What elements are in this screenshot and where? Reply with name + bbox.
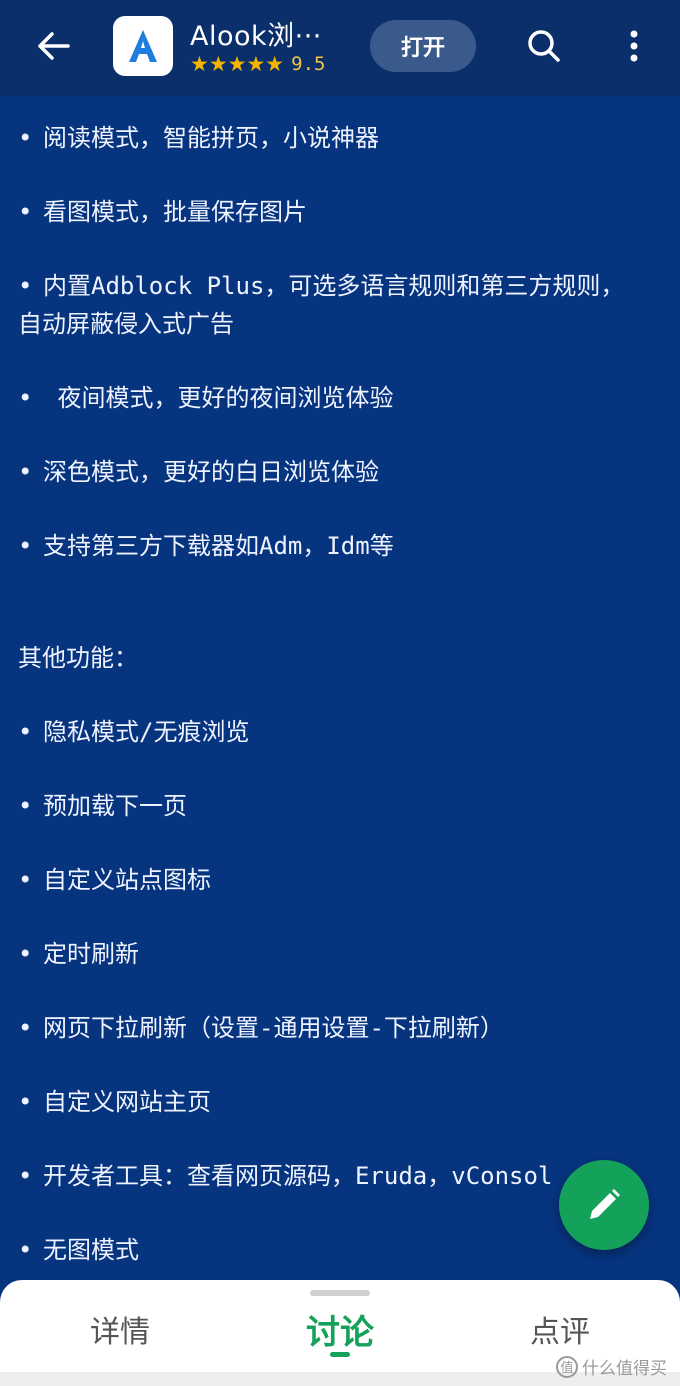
bullet: •: [18, 458, 33, 486]
watermark: 值 什么值得买: [556, 1354, 667, 1379]
list-item: • 预加载下一页: [18, 788, 187, 825]
bullet: •: [18, 532, 33, 560]
alook-logo-icon: [129, 30, 157, 62]
list-item: • 无图模式: [18, 1232, 139, 1269]
bullet: •: [18, 940, 33, 968]
search-icon: [528, 30, 560, 62]
bullet: •: [18, 1014, 33, 1042]
search-button[interactable]: [520, 22, 568, 70]
list-item: • 看图模式，批量保存图片: [18, 194, 307, 231]
section-heading: 其他功能：: [18, 644, 138, 672]
bullet: •: [18, 198, 33, 226]
rating-score: 9.5: [291, 53, 326, 75]
watermark-badge: 值: [556, 1355, 578, 1378]
list-item-continuation: 自动屏蔽侵入式广告: [18, 310, 234, 338]
app-icon[interactable]: [113, 16, 173, 76]
bullet: •: [18, 1088, 33, 1116]
more-options-button[interactable]: [612, 22, 656, 70]
drag-handle[interactable]: [310, 1290, 370, 1296]
write-comment-button[interactable]: [559, 1160, 649, 1250]
list-item: • 深色模式，更好的白日浏览体验: [18, 454, 379, 491]
bullet: •: [18, 124, 33, 152]
active-tab-indicator: [330, 1352, 350, 1357]
list-item: • 定时刷新: [18, 936, 139, 973]
list-item: • 网页下拉刷新（设置-通用设置-下拉刷新）: [18, 1010, 504, 1047]
list-item: • 夜间模式，更好的夜间浏览体验: [18, 380, 393, 417]
more-vert-icon: [630, 30, 638, 62]
back-arrow-icon: [38, 32, 70, 60]
rating-row: ★★★★★ 9.5: [190, 52, 325, 76]
app-name: Alook浏···: [190, 21, 322, 52]
list-item: • 内置Adblock Plus，可选多语言规则和第三方规则，: [18, 268, 624, 305]
list-item: • 自定义站点图标: [18, 862, 211, 899]
bullet: •: [18, 1236, 33, 1264]
bullet: •: [18, 1162, 33, 1190]
bullet: •: [18, 792, 33, 820]
tab-details[interactable]: 详情: [60, 1304, 180, 1354]
edit-pencil-icon: [590, 1189, 620, 1219]
rating-stars: ★★★★★: [190, 52, 285, 76]
feature-description: • 阅读模式，智能拼页，小说神器 • 看图模式，批量保存图片 • 内置Adblock …: [0, 96, 680, 1282]
list-item: • 开发者工具：查看网页源码，Eruda，vConsol: [18, 1158, 552, 1195]
bullet: •: [18, 272, 33, 300]
list-item: • 隐私模式/无痕浏览: [18, 714, 249, 751]
bullet: •: [18, 866, 33, 894]
watermark-text: 什么值得买: [582, 1359, 667, 1379]
tab-reviews[interactable]: 点评: [500, 1304, 620, 1354]
list-item: • 阅读模式，智能拼页，小说神器: [18, 120, 379, 157]
tab-discussion[interactable]: 讨论: [280, 1304, 400, 1354]
bullet: •: [18, 384, 33, 412]
back-button[interactable]: [30, 26, 76, 66]
list-item: • 自定义网站主页: [18, 1084, 211, 1121]
list-item: • 支持第三方下载器如Adm，Idm等: [18, 528, 394, 565]
app-header: Alook浏··· ★★★★★ 9.5 打开: [0, 0, 680, 96]
open-button[interactable]: 打开: [370, 20, 476, 72]
bullet: •: [18, 718, 33, 746]
